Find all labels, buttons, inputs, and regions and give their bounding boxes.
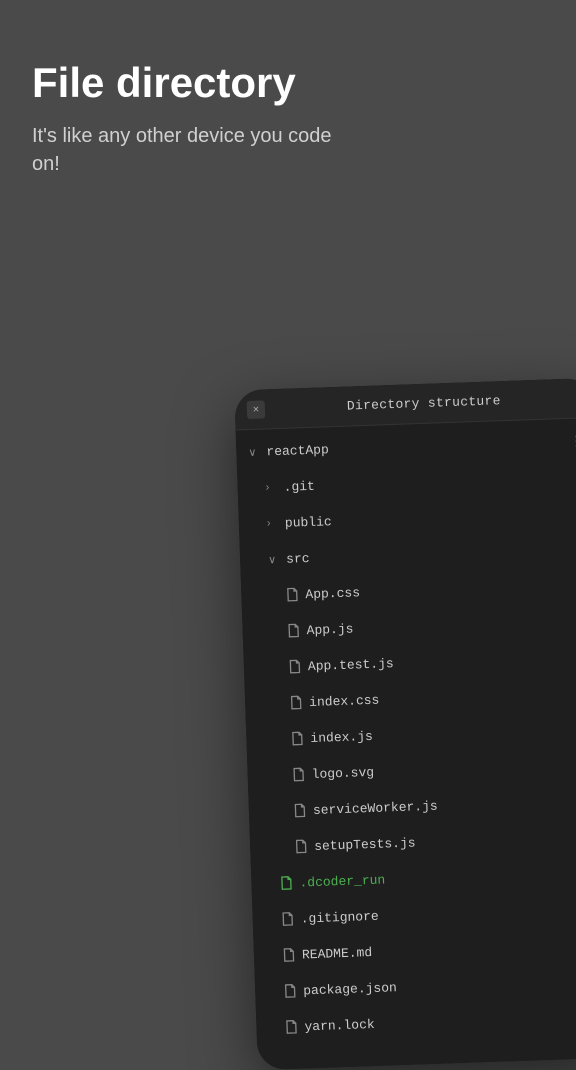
file-icon [283, 984, 297, 998]
hero-subtitle: It's like any other device you code on! [32, 122, 352, 178]
tree-more-icon[interactable]: ⋮ [569, 432, 576, 450]
tree-label-index_css: index.css [309, 685, 576, 709]
file-icon [290, 731, 304, 745]
tab-title: Directory structure [265, 390, 576, 416]
tree-label-app_test: App.test.js [308, 649, 576, 673]
chevron-right-icon: › [267, 517, 281, 529]
tree-label-yarn_lock: yarn.lock [304, 1009, 576, 1034]
tree-more-icon[interactable]: ⋮ [570, 468, 576, 486]
device-frame: × Directory structure ∨reactApp⋮›.git⋮›p… [234, 378, 576, 1070]
file-icon [280, 912, 294, 926]
tree-label-reactApp: reactApp [266, 433, 569, 459]
tree-label-readme: README.md [302, 937, 576, 962]
chevron-down-icon: ∨ [248, 445, 262, 458]
file-icon [288, 659, 302, 673]
file-icon [285, 587, 299, 601]
chevron-right-icon: › [265, 481, 279, 493]
tree-label-package_json: package.json [303, 973, 576, 998]
tree-label-app_css: App.css [305, 577, 574, 601]
chevron-down-icon: ∨ [268, 552, 282, 565]
tree-label-index_js: index.js [310, 721, 576, 745]
file-icon [294, 839, 308, 853]
tree-label-src: src [286, 541, 573, 566]
tree-label-logo_svg: logo.svg [311, 757, 576, 781]
file-icon [293, 803, 307, 817]
file-icon [279, 876, 293, 890]
tree-label-gitignore: .gitignore [300, 901, 576, 926]
tree-more-icon[interactable]: ⋮ [571, 504, 576, 522]
file-icon [291, 767, 305, 781]
file-icon [284, 1020, 298, 1034]
tree-label-dcoder_run: .dcoder_run [299, 865, 576, 890]
device-container: × Directory structure ∨reactApp⋮›.git⋮›p… [246, 384, 576, 1064]
tree-label-public: public [285, 505, 572, 530]
tree-label-setup_tests: setupTests.js [314, 829, 576, 853]
file-icon [289, 695, 303, 709]
file-tree: ∨reactApp⋮›.git⋮›public⋮∨src⋮ App.css⋮ A… [236, 418, 576, 1070]
tree-label-git: .git [283, 469, 570, 494]
tree-label-app_js: App.js [306, 613, 575, 637]
file-icon [282, 948, 296, 962]
tab-close-button[interactable]: × [247, 400, 266, 419]
hero-section: File directory It's like any other devic… [0, 0, 576, 210]
device-screen: × Directory structure ∨reactApp⋮›.git⋮›p… [234, 378, 576, 1070]
file-icon [286, 623, 300, 637]
hero-title: File directory [32, 60, 544, 106]
tree-label-service_worker: serviceWorker.js [313, 793, 576, 817]
